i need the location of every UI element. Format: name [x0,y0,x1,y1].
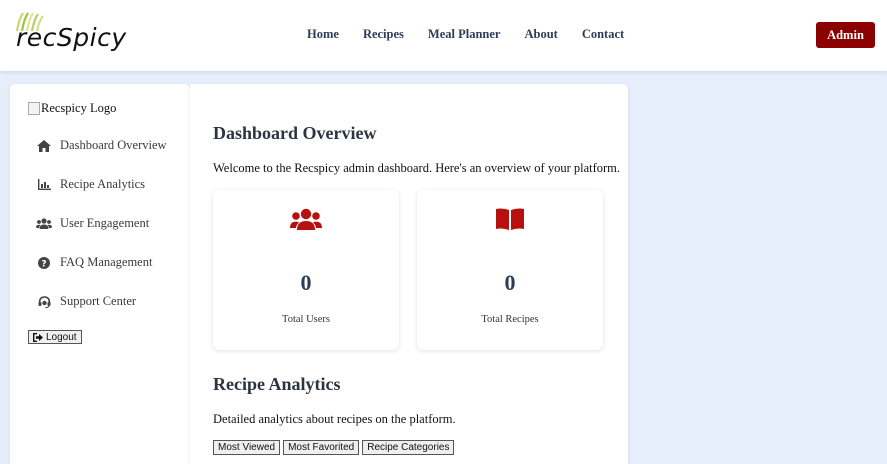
admin-button[interactable]: Admin [816,22,875,48]
overview-title: Dashboard Overview [213,123,377,143]
sidebar-item-label: User Engagement [60,216,150,230]
stat-card-users: 0 Total Users [213,190,399,350]
sign-out-icon [33,332,43,342]
logout-button[interactable]: Logout [28,330,82,344]
total-users-label: Total Users [282,314,330,325]
tab-most-favorited[interactable]: Most Favorited [283,440,360,455]
sidebar-item-faq-management[interactable]: ? FAQ Management [36,255,152,270]
bar-chart-icon [36,178,52,192]
headset-icon [36,295,52,309]
sidebar-logo-alt: Recspicy Logo [41,101,117,115]
sidebar-item-dashboard-overview[interactable]: Dashboard Overview [36,138,167,153]
logout-label: Logout [46,331,77,343]
sidebar-item-support-center[interactable]: Support Center [36,294,136,309]
nav-meal-planner[interactable]: Meal Planner [428,27,501,42]
main-content: Dashboard Overview Welcome to the Recspi… [190,84,628,464]
svg-text:?: ? [41,259,46,269]
nav-home[interactable]: Home [307,27,339,42]
total-users-value: 0 [300,270,312,295]
stat-card-recipes: 0 Total Recipes [417,190,603,350]
top-header: recSpicy Home Recipes Meal Planner About… [0,0,887,71]
nav-contact[interactable]: Contact [582,27,624,42]
home-icon [36,139,52,153]
question-circle-icon: ? [36,256,52,270]
brand-logo[interactable]: recSpicy [14,9,126,59]
sidebar-item-recipe-analytics[interactable]: Recipe Analytics [36,177,145,192]
sidebar-item-label: Dashboard Overview [60,138,167,152]
sidebar-item-label: Support Center [60,294,137,308]
sidebar-item-label: Recipe Analytics [60,177,146,191]
overview-description: Welcome to the Recspicy admin dashboard.… [213,161,621,175]
nav-recipes[interactable]: Recipes [363,27,404,42]
users-icon [213,208,399,230]
logo-text: recSpicy [16,23,127,52]
total-recipes-value: 0 [504,270,516,295]
sidebar-item-user-engagement[interactable]: User Engagement [36,216,149,231]
analytics-tabs: Most Viewed Most Favorited Recipe Catego… [213,440,455,455]
tab-recipe-categories[interactable]: Recipe Categories [362,440,455,455]
total-recipes-label: Total Recipes [481,314,539,325]
sidebar-item-label: FAQ Management [60,255,153,269]
sidebar-logo-image: Recspicy Logo [28,101,116,116]
book-icon [417,208,603,230]
broken-image-icon [28,102,40,115]
tab-most-viewed[interactable]: Most Viewed [213,440,281,455]
sidebar: Recspicy Logo Dashboard Overview Recipe … [10,84,190,464]
main-nav: Home Recipes Meal Planner About Contact [307,27,648,42]
analytics-title: Recipe Analytics [213,374,341,394]
nav-about[interactable]: About [524,27,557,42]
analytics-description: Detailed analytics about recipes on the … [213,412,456,426]
users-icon [36,217,52,231]
